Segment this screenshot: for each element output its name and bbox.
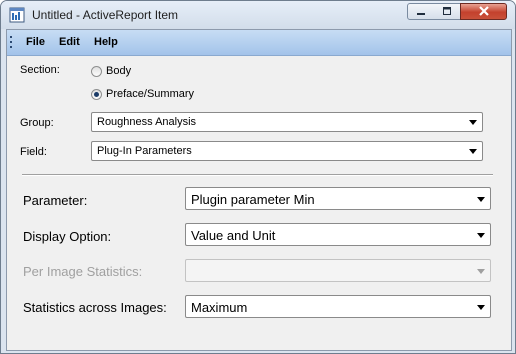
section-option-preface-summary-label[interactable]: Preface/Summary bbox=[106, 88, 194, 100]
dialog-body: File Edit Help Section: Body Preface/Sum… bbox=[6, 29, 512, 351]
parameter-dropdown-value: Plugin parameter Min bbox=[191, 192, 315, 207]
field-dropdown[interactable]: Plug-In Parameters bbox=[91, 141, 483, 161]
parameter-dropdown[interactable]: Plugin parameter Min bbox=[185, 187, 491, 210]
report-item-icon bbox=[9, 7, 25, 23]
section-option-body-label[interactable]: Body bbox=[106, 65, 131, 77]
section-radio-body[interactable] bbox=[91, 66, 102, 77]
display-option-dropdown[interactable]: Value and Unit bbox=[185, 223, 491, 246]
toolbar-grip-icon[interactable] bbox=[10, 36, 13, 49]
section-label: Section: bbox=[20, 64, 60, 76]
statistics-across-images-dropdown[interactable]: Maximum bbox=[185, 295, 491, 318]
close-icon bbox=[478, 6, 489, 16]
chevron-down-icon bbox=[469, 120, 477, 125]
per-image-statistics-dropdown bbox=[185, 259, 491, 282]
divider bbox=[22, 174, 493, 176]
field-label: Field: bbox=[20, 146, 47, 158]
group-dropdown[interactable]: Roughness Analysis bbox=[91, 112, 483, 132]
window-title: Untitled - ActiveReport Item bbox=[32, 8, 179, 22]
minimize-button[interactable] bbox=[407, 3, 435, 20]
menu-edit[interactable]: Edit bbox=[59, 36, 80, 48]
display-option-label: Display Option: bbox=[23, 229, 112, 244]
radio-selected-dot bbox=[94, 92, 99, 97]
app-window: Untitled - ActiveReport Item File Edit H… bbox=[0, 0, 516, 354]
maximize-button[interactable] bbox=[434, 3, 461, 20]
menu-help[interactable]: Help bbox=[94, 36, 118, 48]
close-button[interactable] bbox=[460, 3, 507, 20]
minimize-icon bbox=[417, 13, 425, 15]
menu-file[interactable]: File bbox=[26, 36, 45, 48]
statistics-across-images-label: Statistics across Images: bbox=[23, 300, 167, 315]
field-dropdown-value: Plug-In Parameters bbox=[97, 145, 192, 157]
statistics-across-images-value: Maximum bbox=[191, 300, 248, 315]
chevron-down-icon bbox=[469, 149, 477, 154]
group-dropdown-value: Roughness Analysis bbox=[97, 116, 197, 128]
section-radio-preface-summary[interactable] bbox=[91, 89, 102, 100]
title-bar[interactable]: Untitled - ActiveReport Item bbox=[1, 1, 515, 29]
chevron-down-icon bbox=[477, 197, 485, 202]
parameter-label: Parameter: bbox=[23, 193, 88, 208]
display-option-dropdown-value: Value and Unit bbox=[191, 228, 276, 243]
chevron-down-icon bbox=[477, 233, 485, 238]
chevron-down-icon bbox=[477, 305, 485, 310]
maximize-icon bbox=[443, 7, 451, 15]
menu-bar: File Edit Help bbox=[7, 30, 511, 56]
group-label: Group: bbox=[20, 117, 54, 129]
chevron-down-icon bbox=[477, 269, 485, 274]
per-image-statistics-label: Per Image Statistics: bbox=[23, 264, 143, 279]
